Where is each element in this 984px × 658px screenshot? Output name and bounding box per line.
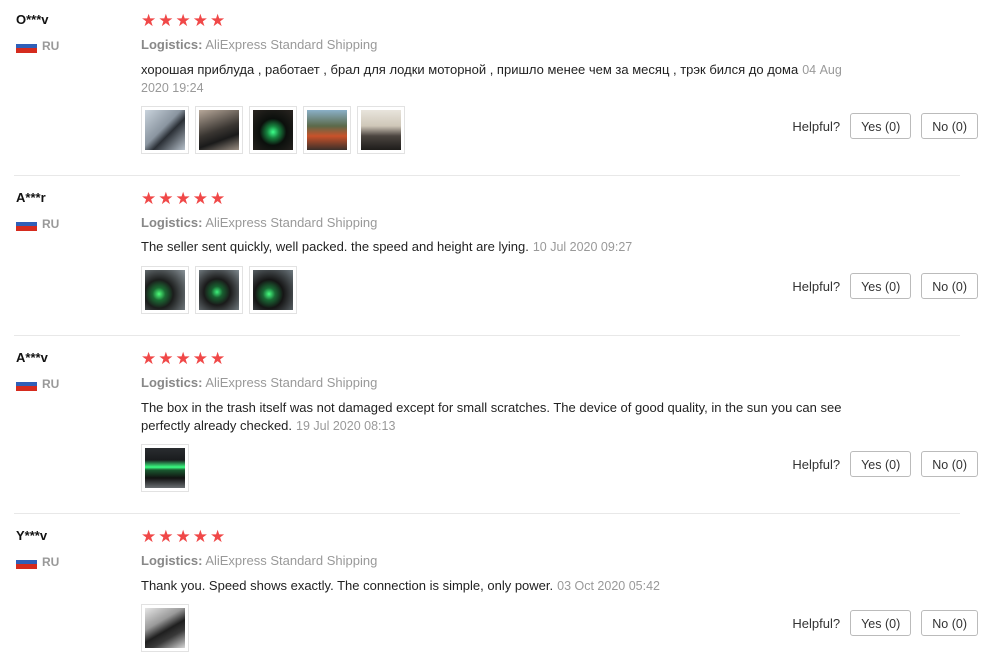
logistics-value: AliExpress Standard Shipping xyxy=(205,215,378,230)
reviewer-name: A***v xyxy=(16,350,48,365)
review-text: The box in the trash itself was not dama… xyxy=(141,399,851,435)
logistics-label: Logistics: xyxy=(141,215,203,230)
star-icon: ★ xyxy=(175,349,191,368)
star-icon: ★ xyxy=(175,527,191,546)
divider xyxy=(14,175,960,176)
country-code: RU xyxy=(42,39,60,53)
star-icon: ★ xyxy=(141,527,157,546)
review-image[interactable] xyxy=(141,106,189,154)
logistics-label: Logistics: xyxy=(141,553,203,568)
logistics-info: Logistics: AliExpress Standard Shipping xyxy=(141,37,377,52)
helpful-yes-button[interactable]: Yes (0) xyxy=(850,451,912,477)
star-icon: ★ xyxy=(210,349,226,368)
helpful-no-button[interactable]: No (0) xyxy=(921,610,978,636)
review-image[interactable] xyxy=(195,266,243,314)
country: RU xyxy=(16,217,60,232)
helpful-vote: Helpful? Yes (0) No (0) xyxy=(792,610,978,636)
country-code: RU xyxy=(42,377,60,391)
review-image[interactable] xyxy=(249,266,297,314)
review-body: The seller sent quickly, well packed. th… xyxy=(141,239,529,254)
helpful-label: Helpful? xyxy=(792,118,841,134)
reviewer-name: A***r xyxy=(16,190,46,205)
star-icon: ★ xyxy=(210,11,226,30)
review-date: 03 Oct 2020 05:42 xyxy=(557,579,660,593)
helpful-vote: Helpful? Yes (0) No (0) xyxy=(792,451,978,477)
star-icon: ★ xyxy=(158,11,174,30)
helpful-label: Helpful? xyxy=(792,615,841,631)
helpful-yes-button[interactable]: Yes (0) xyxy=(850,113,912,139)
star-icon: ★ xyxy=(175,11,191,30)
russia-flag-icon xyxy=(16,377,37,392)
star-icon: ★ xyxy=(141,349,157,368)
helpful-vote: Helpful? Yes (0) No (0) xyxy=(792,273,978,299)
review-image[interactable] xyxy=(249,106,297,154)
review-text: хорошая приблуда , работает , брал для л… xyxy=(141,61,851,97)
review-date: 10 Jul 2020 09:27 xyxy=(532,240,633,254)
logistics-info: Logistics: AliExpress Standard Shipping xyxy=(141,215,377,230)
reviewer-name: Y***v xyxy=(16,528,48,543)
star-icon: ★ xyxy=(158,527,174,546)
russia-flag-icon xyxy=(16,555,37,570)
review-date: 19 Jul 2020 08:13 xyxy=(296,419,396,433)
review-images xyxy=(141,106,405,154)
star-icon: ★ xyxy=(175,189,191,208)
russia-flag-icon xyxy=(16,39,37,54)
logistics-info: Logistics: AliExpress Standard Shipping xyxy=(141,375,377,390)
review-text: The seller sent quickly, well packed. th… xyxy=(141,238,851,256)
star-rating: ★ ★ ★ ★ ★ xyxy=(141,528,225,545)
review-images xyxy=(141,266,297,314)
review-image[interactable] xyxy=(195,106,243,154)
review-image[interactable] xyxy=(141,266,189,314)
logistics-value: AliExpress Standard Shipping xyxy=(205,553,378,568)
star-rating: ★ ★ ★ ★ ★ xyxy=(141,350,225,367)
star-rating: ★ ★ ★ ★ ★ xyxy=(141,12,225,29)
helpful-no-button[interactable]: No (0) xyxy=(921,113,978,139)
divider xyxy=(14,335,960,336)
review-text: Thank you. Speed shows exactly. The conn… xyxy=(141,577,851,595)
logistics-value: AliExpress Standard Shipping xyxy=(205,375,378,390)
review-body: Thank you. Speed shows exactly. The conn… xyxy=(141,578,554,593)
logistics-label: Logistics: xyxy=(141,37,203,52)
star-icon: ★ xyxy=(192,189,208,208)
star-icon: ★ xyxy=(158,189,174,208)
country: RU xyxy=(16,555,60,570)
review-body: The box in the trash itself was not dama… xyxy=(141,400,842,433)
star-icon: ★ xyxy=(192,527,208,546)
helpful-label: Helpful? xyxy=(792,278,841,294)
logistics-label: Logistics: xyxy=(141,375,203,390)
country: RU xyxy=(16,39,60,54)
helpful-yes-button[interactable]: Yes (0) xyxy=(850,273,912,299)
country: RU xyxy=(16,377,60,392)
review-images xyxy=(141,444,189,492)
helpful-no-button[interactable]: No (0) xyxy=(921,451,978,477)
star-icon: ★ xyxy=(141,189,157,208)
logistics-info: Logistics: AliExpress Standard Shipping xyxy=(141,553,377,568)
review-image[interactable] xyxy=(303,106,351,154)
russia-flag-icon xyxy=(16,217,37,232)
star-icon: ★ xyxy=(210,527,226,546)
divider xyxy=(14,513,960,514)
review-images xyxy=(141,604,189,652)
star-rating: ★ ★ ★ ★ ★ xyxy=(141,190,225,207)
star-icon: ★ xyxy=(192,349,208,368)
star-icon: ★ xyxy=(158,349,174,368)
helpful-vote: Helpful? Yes (0) No (0) xyxy=(792,113,978,139)
review-image[interactable] xyxy=(141,444,189,492)
country-code: RU xyxy=(42,217,60,231)
reviewer-name: O***v xyxy=(16,12,49,27)
helpful-no-button[interactable]: No (0) xyxy=(921,273,978,299)
star-icon: ★ xyxy=(210,189,226,208)
star-icon: ★ xyxy=(141,11,157,30)
country-code: RU xyxy=(42,555,60,569)
review-image[interactable] xyxy=(357,106,405,154)
review-body: хорошая приблуда , работает , брал для л… xyxy=(141,62,799,77)
logistics-value: AliExpress Standard Shipping xyxy=(205,37,378,52)
helpful-label: Helpful? xyxy=(792,456,841,472)
review-image[interactable] xyxy=(141,604,189,652)
star-icon: ★ xyxy=(192,11,208,30)
helpful-yes-button[interactable]: Yes (0) xyxy=(850,610,912,636)
